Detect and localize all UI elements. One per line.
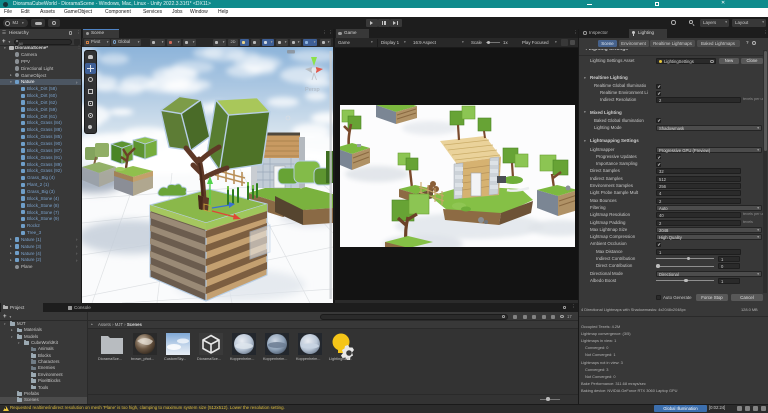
svg-text:Persp: Persp [305,87,320,93]
